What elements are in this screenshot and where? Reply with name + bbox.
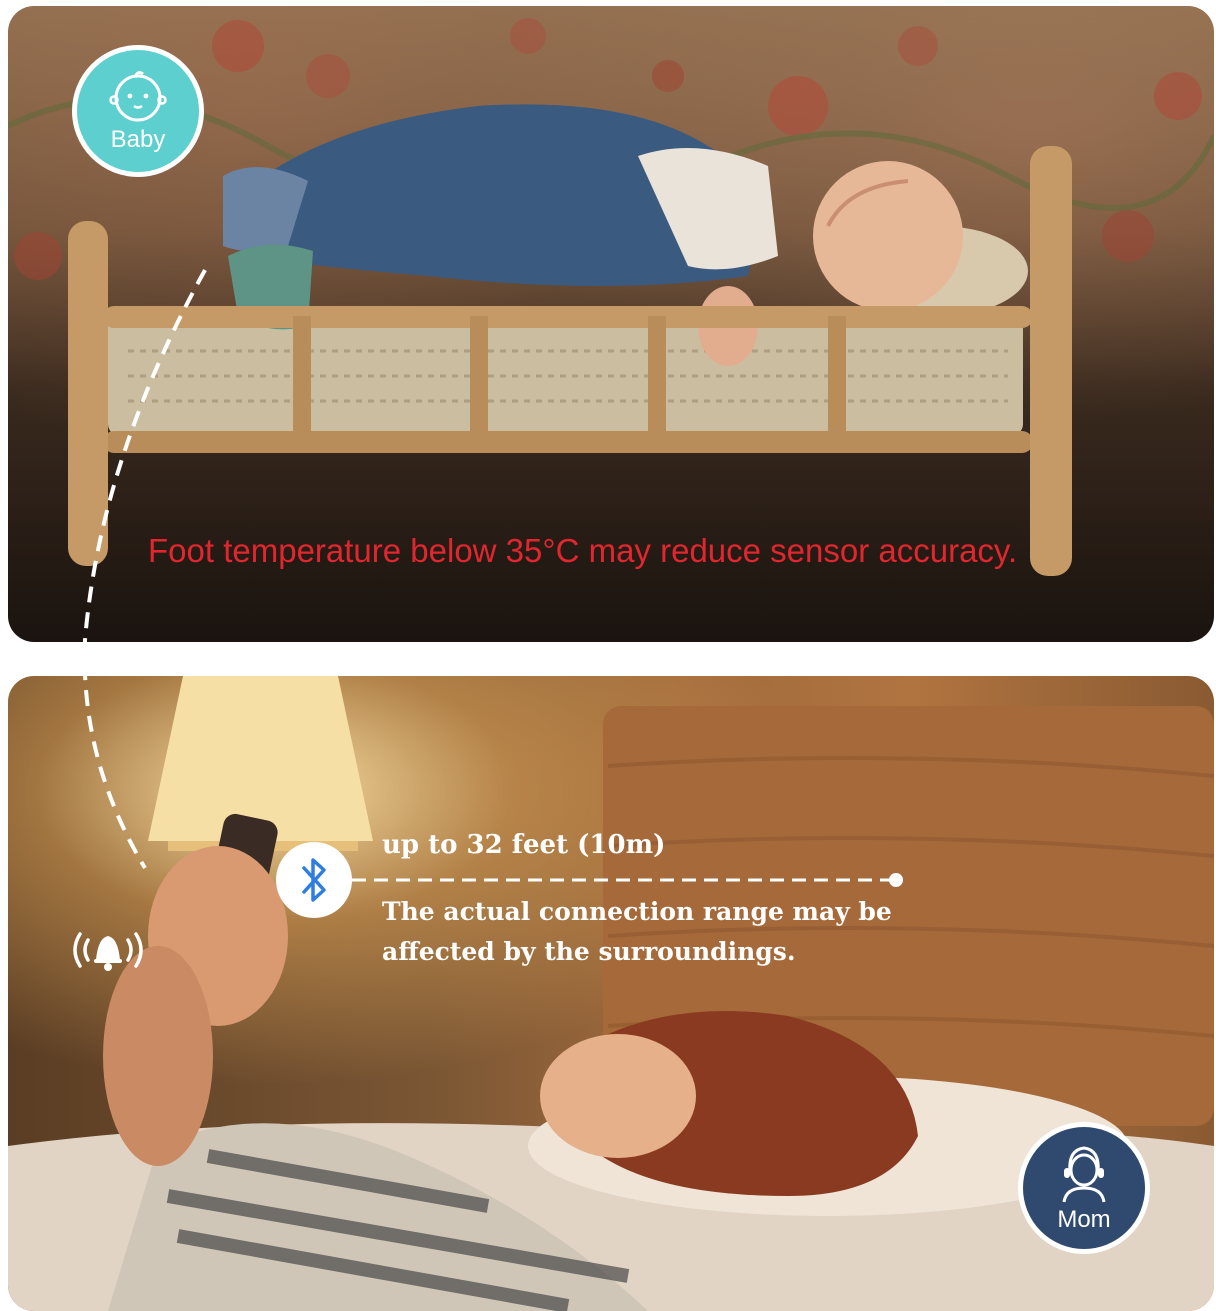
baby-badge-label: Baby	[110, 126, 166, 153]
bluetooth-badge	[276, 842, 352, 918]
alarm-bell-icon	[73, 932, 143, 971]
mom-badge: Mom	[1018, 1122, 1150, 1254]
range-note: The actual connection range may be affec…	[382, 897, 892, 966]
baby-face-icon	[109, 71, 167, 122]
bluetooth-icon	[302, 858, 326, 902]
sensor-warning-text: Foot temperature below 35°C may reduce s…	[148, 532, 1018, 569]
mom-avatar-icon	[1062, 1146, 1106, 1203]
mom-badge-label: Mom	[1057, 1206, 1111, 1233]
range-title: up to 32 feet (10m)	[382, 830, 666, 860]
baby-badge: Baby	[72, 45, 204, 177]
